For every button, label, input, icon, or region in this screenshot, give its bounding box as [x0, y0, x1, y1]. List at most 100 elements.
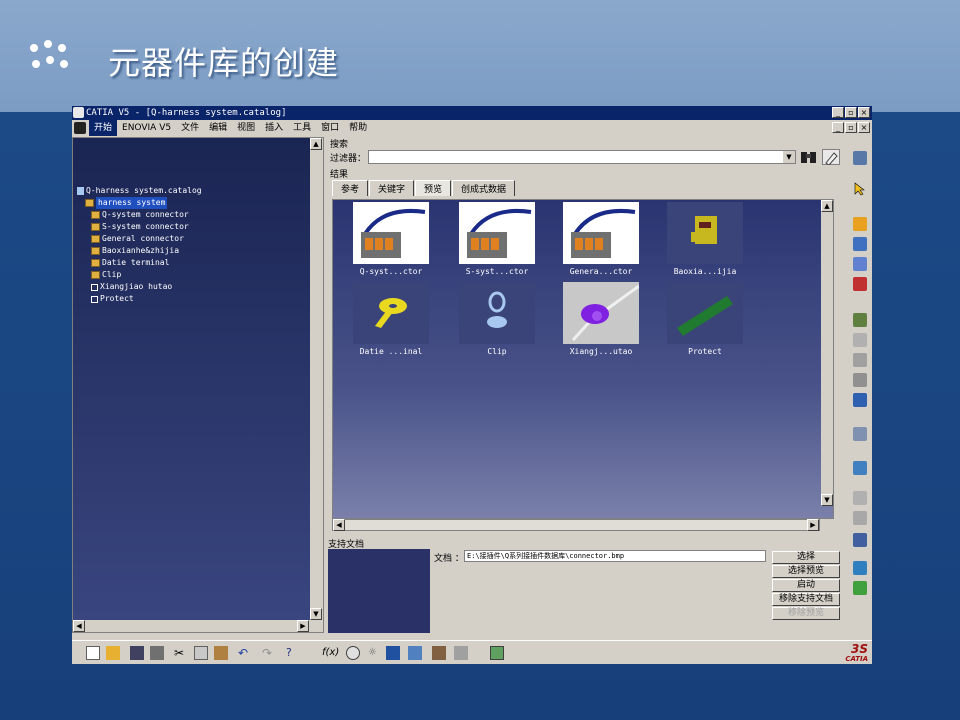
- preview-item[interactable]: Baoxia...ijia: [665, 202, 745, 276]
- tree-node[interactable]: Clip: [77, 269, 202, 281]
- scroll-left-icon[interactable]: ◀: [333, 519, 345, 531]
- preview-item[interactable]: Genera...ctor: [561, 202, 641, 276]
- tree-node-chapter[interactable]: harness system: [77, 197, 202, 209]
- formula-icon[interactable]: f(x): [322, 646, 339, 660]
- tree-node[interactable]: Q-system connector: [77, 209, 202, 221]
- tree-icon[interactable]: [853, 393, 867, 407]
- family-icon: [91, 271, 100, 279]
- cut-icon[interactable]: ✂: [174, 646, 188, 660]
- remove-preview-button[interactable]: 移除预览: [772, 607, 840, 620]
- table-icon[interactable]: [853, 353, 867, 367]
- help-icon[interactable]: ?: [286, 646, 300, 660]
- tab-preview[interactable]: 预览: [415, 180, 452, 196]
- keyword-icon[interactable]: [853, 373, 867, 387]
- doc-minimize-button[interactable]: _: [832, 122, 844, 133]
- network-icon[interactable]: [408, 646, 422, 660]
- copy-icon[interactable]: [853, 333, 867, 347]
- tab-reference[interactable]: 参考: [332, 180, 369, 196]
- select-arrow-icon[interactable]: [853, 181, 867, 196]
- preview-item[interactable]: S-syst...ctor: [457, 202, 537, 276]
- lock-icon[interactable]: [432, 646, 446, 660]
- remove-support-doc-button[interactable]: 移除支持文档: [772, 593, 840, 606]
- filter-input[interactable]: ▼: [368, 150, 796, 164]
- doc-restore-button[interactable]: ▫: [845, 122, 857, 133]
- scroll-up-icon[interactable]: ▲: [821, 200, 833, 212]
- scroll-down-icon[interactable]: ▼: [821, 494, 833, 506]
- restore-button[interactable]: ▫: [845, 107, 857, 118]
- add-component-icon[interactable]: [853, 277, 867, 291]
- menu-window[interactable]: 窗口: [316, 120, 344, 136]
- menu-tools[interactable]: 工具: [288, 120, 316, 136]
- lightbulb-icon[interactable]: ☼: [368, 646, 382, 660]
- menu-start[interactable]: 开始: [89, 120, 118, 136]
- open-icon[interactable]: [106, 646, 120, 660]
- redo-icon[interactable]: ↷: [262, 646, 276, 660]
- tab-keywords[interactable]: 关键字: [369, 180, 415, 196]
- save-icon[interactable]: [130, 646, 144, 660]
- preview-horizontal-scrollbar[interactable]: ◀ ▶: [332, 519, 820, 531]
- tree-node[interactable]: Xiangjiao hutao: [77, 281, 202, 293]
- preview-vertical-scrollbar[interactable]: ▲ ▼: [821, 200, 833, 506]
- tab-generative-data[interactable]: 创成式数据: [452, 180, 516, 196]
- copy-doc-icon[interactable]: [194, 646, 208, 660]
- undo-icon[interactable]: ↶: [238, 646, 252, 660]
- tree-horizontal-scrollbar[interactable]: ◀ ▶: [73, 620, 323, 632]
- menu-insert[interactable]: 插入: [260, 120, 288, 136]
- select-button[interactable]: 选择: [772, 551, 840, 564]
- filter-icon[interactable]: [853, 491, 867, 505]
- add-chapter-icon[interactable]: [853, 237, 867, 251]
- print-icon[interactable]: [150, 646, 164, 660]
- tree-node[interactable]: Datie terminal: [77, 257, 202, 269]
- menu-file[interactable]: 文件: [176, 120, 204, 136]
- scroll-left-icon[interactable]: ◀: [73, 620, 85, 632]
- generate-icon[interactable]: [853, 581, 867, 595]
- spreadsheet-icon[interactable]: [853, 533, 867, 547]
- select-preview-button[interactable]: 选择预览: [772, 565, 840, 578]
- tree-vertical-scrollbar[interactable]: ▲ ▼: [310, 138, 323, 620]
- preview-item[interactable]: Xiangj...utao: [561, 282, 641, 356]
- catalog-browser: 搜索 过滤器： ▼ 结果 参考 关键字 预览 创成式数据 Q-syst...ct…: [328, 137, 848, 633]
- scroll-right-icon[interactable]: ▶: [297, 620, 309, 632]
- preview-item[interactable]: Q-syst...ctor: [351, 202, 431, 276]
- catalog-editor-icon[interactable]: [853, 151, 867, 165]
- tree-node[interactable]: S-system connector: [77, 221, 202, 233]
- paste-icon[interactable]: [214, 646, 228, 660]
- open-folder-icon[interactable]: [853, 217, 867, 231]
- chevron-down-icon[interactable]: ▼: [783, 151, 795, 163]
- scroll-up-icon[interactable]: ▲: [310, 138, 322, 150]
- eraser-tool-icon[interactable]: [853, 427, 867, 441]
- minimize-button[interactable]: _: [832, 107, 844, 118]
- launch-button[interactable]: 启动: [772, 579, 840, 592]
- scroll-right-icon[interactable]: ▶: [807, 519, 819, 531]
- fit-all-icon[interactable]: [490, 646, 504, 660]
- catia-menu-icon[interactable]: [74, 122, 86, 134]
- parameters-icon[interactable]: [454, 646, 468, 660]
- tree-node-root[interactable]: Q-harness system.catalog: [77, 185, 202, 197]
- eraser-icon[interactable]: [822, 149, 840, 166]
- tree-node[interactable]: Baoxianhe&zhijia: [77, 245, 202, 257]
- menu-help[interactable]: 帮助: [344, 120, 372, 136]
- scroll-down-icon[interactable]: ▼: [310, 608, 322, 620]
- preview-item[interactable]: Datie ...inal: [351, 282, 431, 356]
- preview-item[interactable]: Protect: [665, 282, 745, 356]
- bars-icon[interactable]: [853, 461, 867, 475]
- new-file-icon[interactable]: [86, 646, 100, 660]
- doc-path-field[interactable]: E:\接插件\Q系列接插件数据库\connector.bmp: [464, 550, 766, 562]
- table-grid-icon[interactable]: [386, 646, 400, 660]
- doc-close-button[interactable]: ×: [858, 122, 870, 133]
- 3ds-logo-icon: 3S: [851, 642, 868, 656]
- add-family-icon[interactable]: [853, 257, 867, 271]
- link-icon[interactable]: [853, 313, 867, 327]
- menu-view[interactable]: 视图: [232, 120, 260, 136]
- menu-edit[interactable]: 编辑: [204, 120, 232, 136]
- tree-node[interactable]: General connector: [77, 233, 202, 245]
- binoculars-icon[interactable]: [800, 149, 818, 165]
- comment-icon[interactable]: [346, 646, 360, 660]
- query-icon[interactable]: [853, 511, 867, 525]
- reorder-icon[interactable]: [853, 561, 867, 575]
- preview-item[interactable]: Clip: [457, 282, 537, 356]
- tree-node[interactable]: Protect: [77, 293, 202, 305]
- close-button[interactable]: ×: [858, 107, 870, 118]
- chapter-icon: [85, 199, 94, 207]
- menu-enovia[interactable]: ENOVIA V5: [117, 120, 176, 136]
